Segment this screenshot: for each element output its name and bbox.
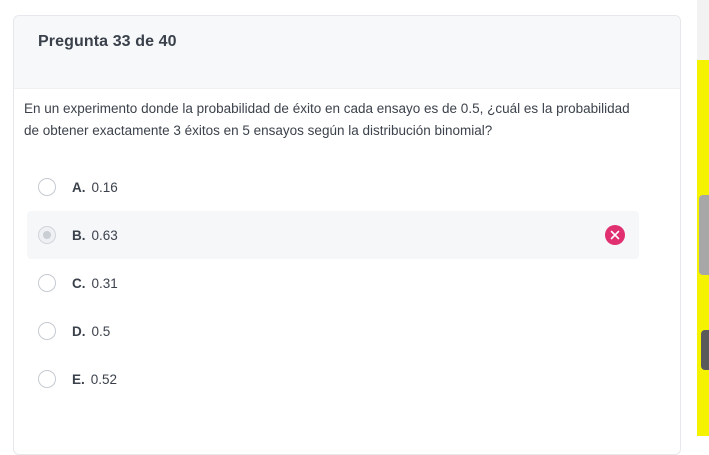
- option-letter: D.: [72, 323, 86, 339]
- question-text: En un experimento donde la probabilidad …: [24, 101, 630, 138]
- close-circle-icon: [605, 225, 625, 245]
- option-value: 0.63: [91, 227, 118, 243]
- option-value: 0.31: [91, 275, 118, 291]
- answer-options: A. 0.16 B. 0.63 C. 0.31 D. 0.5 E. 0.52: [27, 163, 639, 403]
- radio-button[interactable]: [38, 274, 56, 292]
- option-letter: E.: [72, 371, 85, 387]
- option-value: 0.5: [91, 323, 111, 339]
- option-c[interactable]: C. 0.31: [27, 259, 639, 307]
- option-letter: A.: [72, 179, 86, 195]
- radio-button[interactable]: [38, 322, 56, 340]
- radio-button[interactable]: [38, 370, 56, 388]
- option-a[interactable]: A. 0.16: [27, 163, 639, 211]
- option-d[interactable]: D. 0.5: [27, 307, 639, 355]
- radio-button[interactable]: [38, 226, 56, 244]
- radio-button[interactable]: [38, 178, 56, 196]
- option-value: 0.52: [90, 371, 118, 387]
- option-letter: B.: [72, 227, 86, 243]
- option-letter: C.: [72, 275, 86, 291]
- card-header: Pregunta 33 de 40: [14, 16, 680, 89]
- option-value: 0.16: [91, 179, 118, 195]
- question-counter-title: Pregunta 33 de 40: [38, 33, 177, 50]
- background-shape: [699, 195, 709, 275]
- background-shape: [701, 330, 709, 370]
- option-b[interactable]: B. 0.63: [27, 211, 639, 259]
- option-e[interactable]: E. 0.52: [27, 355, 639, 403]
